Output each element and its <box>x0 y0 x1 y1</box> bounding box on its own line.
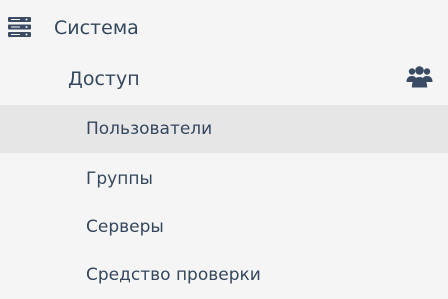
nav-item-label: Группы <box>86 169 153 189</box>
users-icon <box>406 66 433 88</box>
nav-section-system[interactable]: Система <box>0 4 448 52</box>
nav-item-groups[interactable]: Группы <box>0 155 448 203</box>
nav-item-label: Средство проверки <box>86 265 261 285</box>
nav-section-label: Система <box>54 17 139 39</box>
nav-group-label: Доступ <box>68 68 140 90</box>
nav-group-access[interactable]: Доступ <box>0 54 448 104</box>
nav-item-servers[interactable]: Серверы <box>0 203 448 251</box>
nav-item-checker[interactable]: Средство проверки <box>0 251 448 299</box>
server-icon <box>8 17 31 37</box>
nav-item-users[interactable]: Пользователи <box>0 105 448 153</box>
nav-item-label: Пользователи <box>86 119 213 139</box>
settings-nav: Система Доступ Пользователи Группы Серве… <box>0 0 448 291</box>
nav-item-label: Серверы <box>86 217 164 237</box>
